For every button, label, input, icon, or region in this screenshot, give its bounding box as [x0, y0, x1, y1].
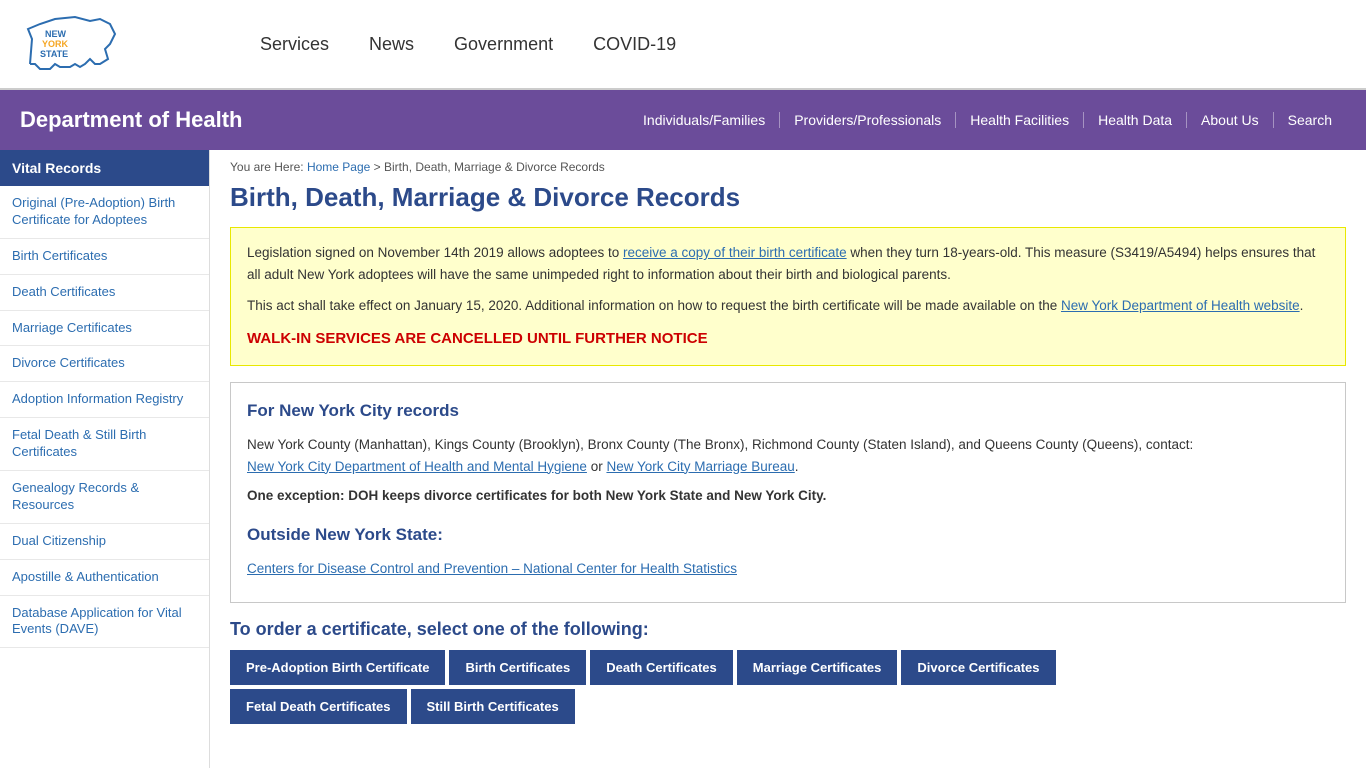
nyc-text-1: New York County (Manhattan), Kings Count… [247, 437, 1193, 452]
cert-order-title: To order a certificate, select one of th… [230, 619, 1346, 640]
top-nav-links: Services News Government COVID-19 [260, 34, 676, 55]
walk-in-notice: WALK-IN SERVICES ARE CANCELLED UNTIL FUR… [247, 327, 1329, 351]
cert-buttons-row1: Pre-Adoption Birth Certificate Birth Cer… [230, 650, 1346, 685]
svg-text:NEW: NEW [45, 29, 67, 39]
sidebar-item-dual-citizenship[interactable]: Dual Citizenship [0, 524, 209, 560]
info-text-1: Legislation signed on November 14th 2019… [247, 245, 623, 260]
btn-divorce-certificates[interactable]: Divorce Certificates [901, 650, 1055, 685]
nyc-marriage-bureau-link[interactable]: New York City Marriage Bureau [606, 459, 794, 474]
page-title: Birth, Death, Marriage & Divorce Records [230, 182, 1346, 213]
top-navigation: NEW YORK STATE Services News Government … [0, 0, 1366, 90]
nav-news[interactable]: News [369, 34, 414, 55]
sidebar-item-birth-certs[interactable]: Birth Certificates [0, 239, 209, 275]
sidebar-item-fetal-death[interactable]: Fetal Death & Still Birth Certificates [0, 418, 209, 471]
nyc-section-heading: For New York City records [247, 397, 1329, 424]
birth-cert-link[interactable]: receive a copy of their birth certificat… [623, 245, 847, 260]
sidebar: Vital Records Original (Pre-Adoption) Bi… [0, 150, 210, 768]
sidebar-item-genealogy[interactable]: Genealogy Records & Resources [0, 471, 209, 524]
doh-website-link[interactable]: New York Department of Health website [1061, 298, 1300, 313]
sidebar-item-pre-adoption-birth[interactable]: Original (Pre-Adoption) Birth Certificat… [0, 186, 209, 239]
cert-order-section: To order a certificate, select one of th… [230, 619, 1346, 724]
sidebar-title: Vital Records [0, 150, 209, 186]
cdc-link[interactable]: Centers for Disease Control and Preventi… [247, 561, 737, 576]
btn-birth-certificates[interactable]: Birth Certificates [449, 650, 586, 685]
breadcrumb-current: Birth, Death, Marriage & Divorce Records [384, 160, 605, 174]
btn-marriage-certificates[interactable]: Marriage Certificates [737, 650, 898, 685]
nav-health-facilities[interactable]: Health Facilities [956, 112, 1084, 128]
main-layout: Vital Records Original (Pre-Adoption) Bi… [0, 150, 1366, 768]
svg-text:STATE: STATE [40, 49, 68, 59]
sidebar-item-adoption-registry[interactable]: Adoption Information Registry [0, 382, 209, 418]
nav-covid[interactable]: COVID-19 [593, 34, 676, 55]
nav-individuals-families[interactable]: Individuals/Families [629, 112, 780, 128]
sidebar-item-dave[interactable]: Database Application for Vital Events (D… [0, 596, 209, 649]
cert-buttons-row2: Fetal Death Certificates Still Birth Cer… [230, 689, 1346, 724]
info-box: Legislation signed on November 14th 2019… [230, 227, 1346, 366]
btn-death-certificates[interactable]: Death Certificates [590, 650, 733, 685]
sidebar-item-apostille[interactable]: Apostille & Authentication [0, 560, 209, 596]
sidebar-item-marriage-certs[interactable]: Marriage Certificates [0, 311, 209, 347]
nav-services[interactable]: Services [260, 34, 329, 55]
btn-pre-adoption-birth[interactable]: Pre-Adoption Birth Certificate [230, 650, 445, 685]
info-text-3: This act shall take effect on January 15… [247, 298, 1061, 313]
purple-nav: Individuals/Families Providers/Professio… [300, 112, 1346, 128]
nav-government[interactable]: Government [454, 34, 553, 55]
purple-header: Department of Health Individuals/Familie… [0, 90, 1366, 150]
nyc-section: For New York City records New York Count… [230, 382, 1346, 603]
svg-text:YORK: YORK [42, 39, 69, 49]
nav-about-us[interactable]: About Us [1187, 112, 1274, 128]
breadcrumb-separator: > [374, 160, 384, 174]
ny-state-logo: NEW YORK STATE [20, 9, 140, 79]
sidebar-item-divorce-certs[interactable]: Divorce Certificates [0, 346, 209, 382]
btn-fetal-death[interactable]: Fetal Death Certificates [230, 689, 407, 724]
breadcrumb-prefix: You are Here: [230, 160, 304, 174]
breadcrumb: You are Here: Home Page > Birth, Death, … [230, 160, 1346, 174]
nyc-or-text: or [587, 459, 607, 474]
btn-still-birth[interactable]: Still Birth Certificates [411, 689, 575, 724]
info-text-4: . [1300, 298, 1304, 313]
department-title: Department of Health [20, 107, 300, 133]
breadcrumb-home[interactable]: Home Page [307, 160, 370, 174]
nav-health-data[interactable]: Health Data [1084, 112, 1187, 128]
nav-search[interactable]: Search [1274, 112, 1346, 128]
nav-providers-professionals[interactable]: Providers/Professionals [780, 112, 956, 128]
content-area: You are Here: Home Page > Birth, Death, … [210, 150, 1366, 768]
nyc-exception-text: One exception: DOH keeps divorce certifi… [247, 488, 826, 503]
logo-area: NEW YORK STATE [20, 9, 220, 79]
outside-ny-heading: Outside New York State: [247, 521, 1329, 548]
nyc-doh-link[interactable]: New York City Department of Health and M… [247, 459, 587, 474]
sidebar-item-death-certs[interactable]: Death Certificates [0, 275, 209, 311]
